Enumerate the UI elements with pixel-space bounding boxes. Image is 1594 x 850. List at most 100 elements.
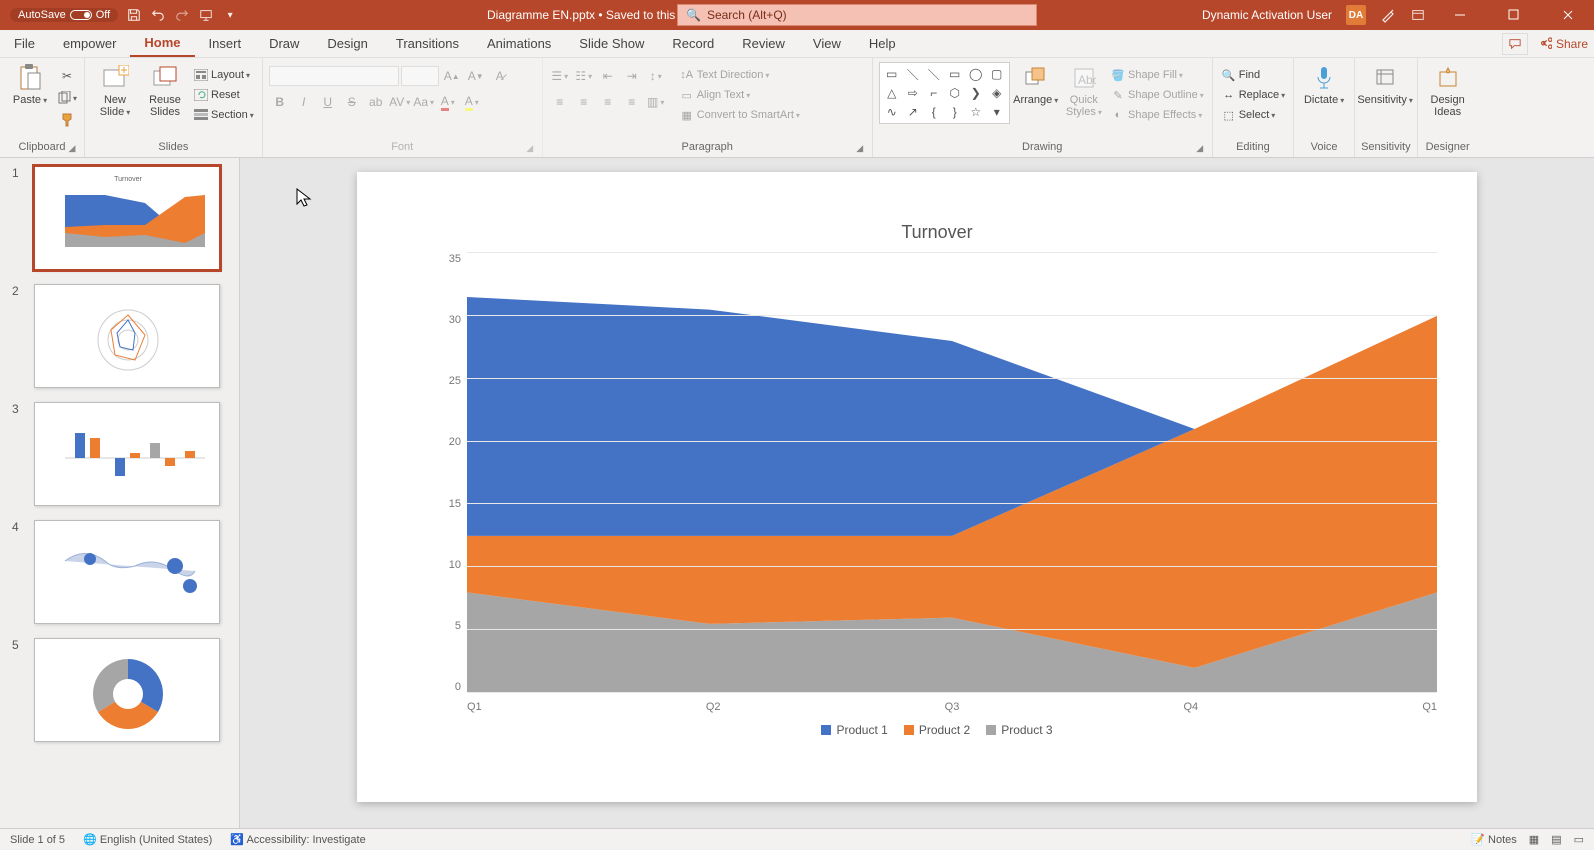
new-slide-button[interactable]: New Slide [91, 62, 139, 120]
view-reading-button[interactable]: ▭ [1574, 833, 1584, 846]
tab-design[interactable]: Design [313, 30, 381, 57]
shape-connector-icon[interactable]: ↗ [903, 103, 923, 121]
shape-curve-icon[interactable]: ∿ [882, 103, 902, 121]
shape-elbow-icon[interactable]: ⌐ [924, 84, 944, 102]
line-spacing-button[interactable]: ↕ [645, 66, 667, 86]
slide-thumbnails-panel[interactable]: 1 Turnover 2 3 4 [0, 158, 240, 828]
tab-record[interactable]: Record [658, 30, 728, 57]
tab-transitions[interactable]: Transitions [382, 30, 473, 57]
dialog-launcher-icon[interactable]: ◢ [66, 143, 78, 155]
shapes-gallery[interactable]: ▭ ＼ ＼ ▭ ◯ ▢ △ ⇨ ⌐ ⬡ ❯ ◈ ∿ ↗ { } ☆ ▾ [879, 62, 1010, 124]
cut-button[interactable]: ✂ [56, 66, 78, 86]
tab-draw[interactable]: Draw [255, 30, 313, 57]
coming-soon-icon[interactable] [1380, 7, 1396, 23]
font-family-input[interactable] [269, 66, 399, 86]
find-button[interactable]: 🔍Find [1219, 66, 1287, 84]
layout-button[interactable]: Layout [191, 66, 256, 84]
slide-canvas-area[interactable]: Turnover 35302520151050 Q1Q2Q3Q4Q1 Produ… [240, 158, 1594, 828]
shape-hexagon-icon[interactable]: ⬡ [945, 84, 965, 102]
shape-chevron-icon[interactable]: ❯ [966, 84, 986, 102]
font-color-button[interactable]: A [437, 92, 459, 112]
quick-styles-button[interactable]: Abc Quick Styles [1062, 62, 1106, 120]
align-right-button[interactable]: ≡ [597, 92, 619, 112]
shape-fill-button[interactable]: 🪣Shape Fill [1108, 66, 1206, 84]
customize-qat-icon[interactable]: ▾ [222, 7, 238, 23]
reuse-slides-button[interactable]: Reuse Slides [141, 62, 189, 120]
shape-brace-r-icon[interactable]: } [945, 103, 965, 121]
shape-outline-button[interactable]: ✎Shape Outline [1108, 86, 1206, 104]
tab-animations[interactable]: Animations [473, 30, 565, 57]
strike-button[interactable]: S [341, 92, 363, 112]
grow-font-button[interactable]: A▲ [441, 66, 463, 86]
comments-button[interactable] [1502, 33, 1528, 55]
notes-button[interactable]: 📝 Notes [1471, 833, 1517, 846]
tab-file[interactable]: File [0, 30, 49, 57]
font-size-input[interactable] [401, 66, 439, 86]
redo-icon[interactable] [174, 7, 190, 23]
tab-review[interactable]: Review [728, 30, 799, 57]
view-sorter-button[interactable]: ▤ [1551, 833, 1561, 846]
document-title[interactable]: Diagramme EN.pptx • Saved to this PC ⌵ [487, 8, 705, 22]
align-text-button[interactable]: ▭Align Text [677, 86, 802, 104]
present-icon[interactable] [198, 7, 214, 23]
tab-help[interactable]: Help [855, 30, 910, 57]
shrink-font-button[interactable]: A▼ [465, 66, 487, 86]
dialog-launcher-icon[interactable]: ◢ [854, 143, 866, 155]
dialog-launcher-icon[interactable]: ◢ [524, 143, 536, 155]
select-button[interactable]: ⬚Select [1219, 106, 1287, 124]
tab-empower[interactable]: empower [49, 30, 130, 57]
user-avatar[interactable]: DA [1346, 5, 1366, 25]
close-button[interactable] [1548, 0, 1588, 30]
slide-thumbnail-5[interactable] [34, 638, 220, 742]
share-button[interactable]: Share [1538, 37, 1588, 51]
chart-turnover[interactable]: Turnover 35302520151050 Q1Q2Q3Q4Q1 Produ… [437, 222, 1437, 732]
underline-button[interactable]: U [317, 92, 339, 112]
bullets-button[interactable]: ☰ [549, 66, 571, 86]
format-painter-button[interactable] [56, 110, 78, 130]
shape-line-icon[interactable]: ＼ [903, 65, 923, 83]
align-center-button[interactable]: ≡ [573, 92, 595, 112]
arrange-button[interactable]: Arrange [1012, 62, 1060, 108]
copy-button[interactable] [56, 88, 78, 108]
tab-insert[interactable]: Insert [195, 30, 256, 57]
smartart-button[interactable]: ▦Convert to SmartArt [677, 106, 802, 124]
tab-home[interactable]: Home [130, 30, 194, 57]
autosave-toggle[interactable]: AutoSave Off [10, 8, 118, 22]
change-case-button[interactable]: Aa [413, 92, 435, 112]
shape-rectangle-icon[interactable]: ▭ [882, 65, 902, 83]
tab-slide-show[interactable]: Slide Show [565, 30, 658, 57]
justify-button[interactable]: ≡ [621, 92, 643, 112]
increase-indent-button[interactable]: ⇥ [621, 66, 643, 86]
highlight-button[interactable]: A [461, 92, 483, 112]
shape-more-icon[interactable]: ▾ [987, 103, 1007, 121]
decrease-indent-button[interactable]: ⇤ [597, 66, 619, 86]
replace-button[interactable]: ↔Replace [1219, 86, 1287, 104]
shadow-button[interactable]: ab [365, 92, 387, 112]
align-left-button[interactable]: ≡ [549, 92, 571, 112]
slide-thumbnail-1[interactable]: Turnover [34, 166, 220, 270]
shape-star-icon[interactable]: ☆ [966, 103, 986, 121]
numbering-button[interactable]: ☷ [573, 66, 595, 86]
sensitivity-button[interactable]: Sensitivity [1361, 62, 1409, 108]
save-icon[interactable] [126, 7, 142, 23]
slide-counter[interactable]: Slide 1 of 5 [10, 834, 65, 846]
undo-icon[interactable] [150, 7, 166, 23]
section-button[interactable]: Section [191, 106, 256, 124]
shape-callout-icon[interactable]: ◈ [987, 84, 1007, 102]
slide-thumbnail-3[interactable] [34, 402, 220, 506]
shape-roundrect-icon[interactable]: ▢ [987, 65, 1007, 83]
columns-button[interactable]: ▥ [645, 92, 667, 112]
slide-thumbnail-4[interactable] [34, 520, 220, 624]
text-direction-button[interactable]: ↕AText Direction [677, 66, 802, 84]
language-label[interactable]: 🌐 English (United States) [83, 833, 212, 846]
shape-arrow-icon[interactable]: ⇨ [903, 84, 923, 102]
maximize-button[interactable] [1494, 0, 1534, 30]
ribbon-mode-icon[interactable] [1410, 7, 1426, 23]
shape-brace-l-icon[interactable]: { [924, 103, 944, 121]
shape-line2-icon[interactable]: ＼ [924, 65, 944, 83]
italic-button[interactable]: I [293, 92, 315, 112]
char-spacing-button[interactable]: AV [389, 92, 411, 112]
shape-rect-icon[interactable]: ▭ [945, 65, 965, 83]
reset-button[interactable]: Reset [191, 86, 256, 104]
paste-button[interactable]: Paste [6, 62, 54, 108]
